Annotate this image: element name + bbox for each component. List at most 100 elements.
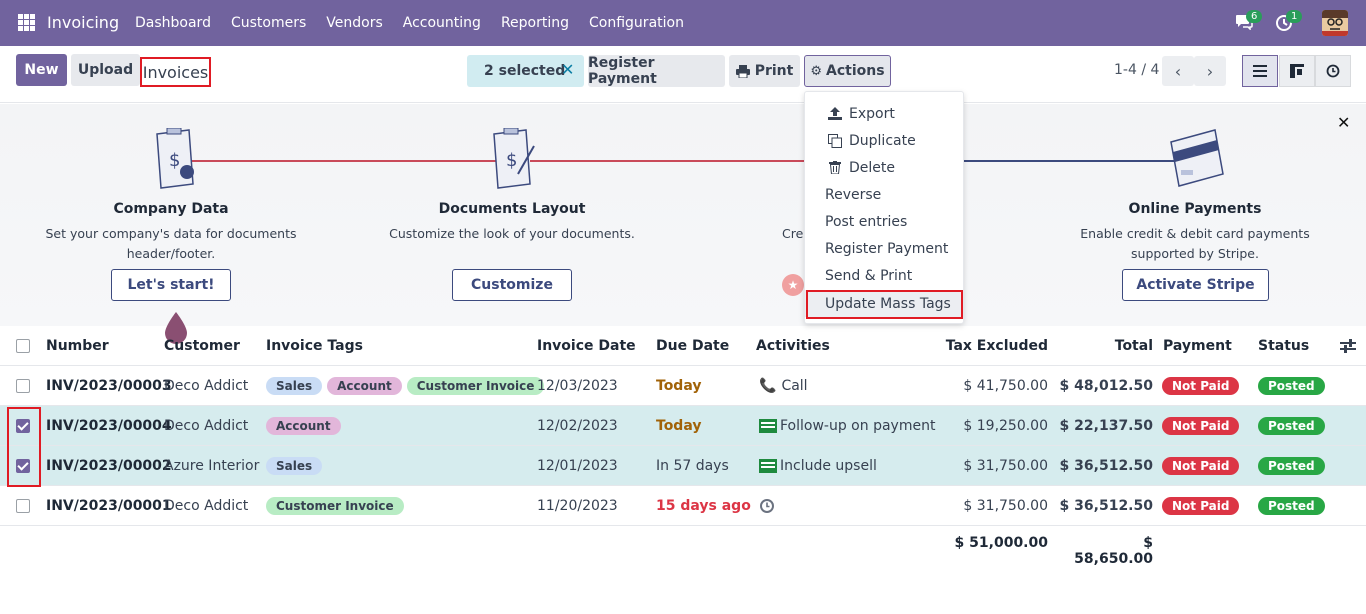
col-number[interactable]: Number [46,326,109,366]
svg-text:$: $ [506,150,517,171]
close-onboarding-icon[interactable]: ✕ [1337,113,1350,132]
menu-item-send-print[interactable]: Send & Print [805,262,963,289]
menu-dashboard[interactable]: Dashboard [135,15,211,31]
unselect-close-icon[interactable]: ✕ [561,60,574,79]
menu-item-duplicate[interactable]: Duplicate [805,127,963,154]
menu-customers[interactable]: Customers [231,15,306,31]
app-brand[interactable]: Invoicing [47,13,119,32]
table-row[interactable]: INV/2023/00002 Azure Interior Sales 12/0… [0,446,1366,486]
row-checkbox[interactable] [16,379,30,393]
chat-icon[interactable]: 6 [1235,10,1263,31]
menu-item-post-entries[interactable]: Post entries [805,208,963,235]
cell-activity[interactable]: Include upsell [759,446,877,486]
menu-item-label: Send & Print [825,267,913,284]
print-label: Print [754,63,794,79]
kanban-view-button[interactable] [1279,55,1315,87]
cell-activity[interactable] [759,486,775,526]
apps-menu-icon[interactable] [18,14,35,31]
menu-item-delete[interactable]: Delete [805,154,963,181]
chevron-right-icon: › [1206,61,1214,81]
payment-badge: Not Paid [1162,417,1240,435]
tag-customer-invoice: Customer Invoice [406,377,545,395]
select-all-checkbox[interactable] [16,339,30,353]
cell-tags: Account [266,406,346,446]
user-avatar[interactable] [1322,10,1348,36]
cell-due-date: Today [656,378,702,394]
activity-view-button[interactable] [1315,55,1351,87]
pager-previous-button[interactable]: ‹ [1162,56,1194,86]
col-invoice-date[interactable]: Invoice Date [537,326,636,366]
lets-start-button[interactable]: Let's start! [111,269,231,301]
menu-item-label: Export [849,105,895,122]
col-payment[interactable]: Payment [1163,326,1232,366]
cell-tax-excluded: $ 19,250.00 [963,418,1048,434]
list-view-button[interactable] [1242,55,1278,87]
col-due-date[interactable]: Due Date [656,326,729,366]
clock-icon [760,499,774,513]
menu-item-reverse[interactable]: Reverse [805,181,963,208]
status-badge: Posted [1258,457,1325,475]
customize-button[interactable]: Customize [452,269,572,301]
money-icon [759,419,777,433]
table-row[interactable]: INV/2023/00001 Deco Addict Customer Invo… [0,486,1366,526]
col-total[interactable]: Total [1060,326,1153,366]
menu-item-export[interactable]: Export [805,100,963,127]
payment-badge: Not Paid [1162,377,1240,395]
col-invoice-tags[interactable]: Invoice Tags [266,326,363,366]
tag-sales: Sales [266,457,323,475]
activity-label: Include upsell [780,458,877,474]
cell-activity[interactable]: 📞 Call [759,366,808,406]
menu-item-register-payment[interactable]: Register Payment [805,235,963,262]
cell-customer: Deco Addict [164,498,249,514]
step-title: Documents Layout [438,201,586,217]
activity-label: Call [781,378,808,394]
step-title: Online Payments [1128,201,1262,217]
optional-columns-icon[interactable] [1340,326,1356,366]
menu-configuration[interactable]: Configuration [589,15,684,31]
cell-tags: Customer Invoice [266,486,409,526]
col-tax-excluded[interactable]: Tax Excluded [900,326,1048,366]
table-row[interactable]: INV/2023/00003 Deco Addict Sales Account… [0,366,1366,406]
menu-reporting[interactable]: Reporting [501,15,569,31]
menu-accounting[interactable]: Accounting [403,15,481,31]
selected-checkbox-highlight [7,407,41,487]
pager-next-button[interactable]: › [1194,56,1226,86]
status-badge: Posted [1258,497,1325,515]
cell-total: $ 36,512.50 [1059,498,1153,514]
col-activities[interactable]: Activities [756,326,830,366]
activity-clock-icon[interactable]: 1 [1275,10,1303,32]
total-amount: $ 58,650.00 [1074,535,1153,567]
cell-invoice-date: 12/02/2023 [537,418,618,434]
row-checkbox[interactable] [16,499,30,513]
actions-button[interactable]: ⚙ Actions [804,55,891,87]
list-icon [1253,65,1267,77]
cell-number: INV/2023/00001 [46,498,172,514]
cell-total: $ 22,137.50 [1059,418,1153,434]
col-customer[interactable]: Customer [164,326,240,366]
top-menu: Dashboard Customers Vendors Accounting R… [135,15,704,31]
cell-invoice-date: 12/01/2023 [537,458,618,474]
top-navbar: Invoicing Dashboard Customers Vendors Ac… [0,0,1366,46]
chat-badge: 6 [1246,10,1263,23]
chevron-left-icon: ‹ [1174,61,1182,81]
activate-stripe-button[interactable]: Activate Stripe [1122,269,1269,301]
cell-tax-excluded: $ 41,750.00 [963,378,1048,394]
money-icon [759,459,777,473]
tag-sales: Sales [266,377,323,395]
print-button[interactable]: Print [729,55,800,87]
menu-vendors[interactable]: Vendors [326,15,382,31]
activity-badge: 1 [1286,10,1303,23]
register-payment-button[interactable]: Register Payment [588,55,725,87]
table-row[interactable]: INV/2023/00004 Deco Addict Account 12/02… [0,406,1366,446]
gear-icon: ⚙ [810,63,823,79]
step-description: Set your company's data for documents he… [45,226,297,261]
upload-button[interactable]: Upload [71,54,140,86]
new-button[interactable]: New [16,54,67,86]
status-badge: Posted [1258,417,1325,435]
cell-status: Posted [1258,446,1325,486]
col-status[interactable]: Status [1258,326,1309,366]
onboarding-track-line [190,160,510,162]
menu-item-label: Register Payment [825,240,949,257]
print-icon [735,64,750,78]
pager-value[interactable]: 1-4 / 4 [1114,62,1159,78]
